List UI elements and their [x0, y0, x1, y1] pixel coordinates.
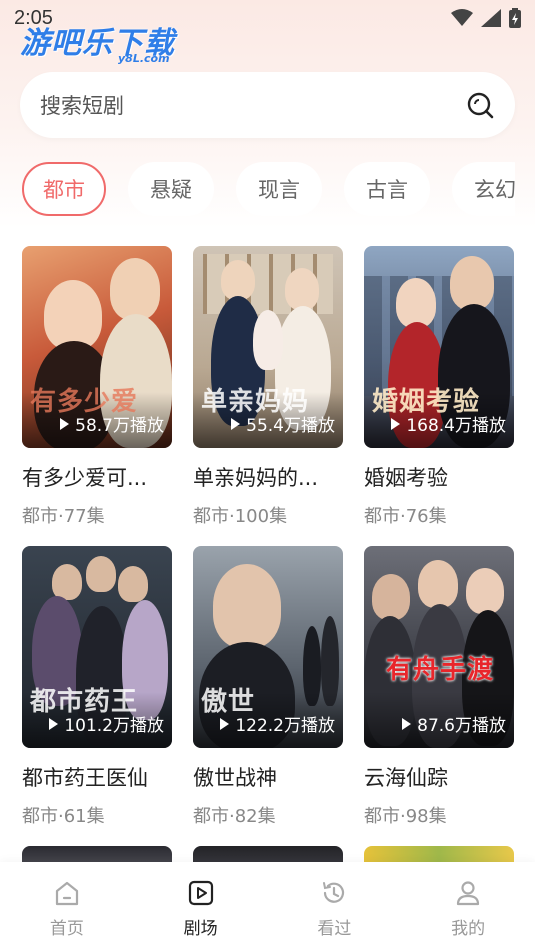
drama-meta: 都市·76集	[364, 506, 447, 527]
search-bar[interactable]: 搜索短剧	[20, 72, 515, 138]
nav-theater-label: 剧场	[183, 919, 218, 939]
nav-history[interactable]: 看过	[289, 878, 379, 939]
drama-title: 都市药王医仙	[22, 766, 148, 790]
history-icon[interactable]	[319, 878, 349, 908]
play-icon	[391, 417, 401, 430]
drama-card[interactable]: 婚姻考验 168.4万播放 婚姻考验 都市·76集	[364, 246, 514, 528]
drama-card[interactable]: 都市药王 101.2万播放 都市药王医仙 都市·61集	[22, 546, 172, 828]
drama-poster[interactable]: 都市药王 101.2万播放	[22, 546, 172, 748]
drama-card[interactable]: 有舟手渡 87.6万播放 云海仙踪 都市·98集	[364, 546, 514, 828]
play-icon	[402, 717, 412, 730]
play-count: 55.4万播放	[231, 411, 335, 436]
nav-history-label: 看过	[317, 919, 352, 939]
play-count-text: 58.7万播放	[75, 416, 164, 436]
drama-meta: 都市·61集	[22, 806, 105, 827]
play-icon	[49, 717, 59, 730]
drama-card[interactable]: 有多少爱 58.7万播放 有多少爱可... 都市·77集	[22, 246, 172, 528]
drama-meta: 都市·77集	[22, 506, 105, 527]
tab-xuanhuan[interactable]: 玄幻	[452, 162, 515, 216]
play-count: 101.2万播放	[49, 711, 164, 736]
status-icons	[451, 8, 521, 28]
tab-xuanyi[interactable]: 悬疑	[128, 162, 214, 216]
play-count-text: 55.4万播放	[246, 416, 335, 436]
nav-home-label: 首页	[49, 919, 84, 939]
drama-poster[interactable]: 有舟手渡 87.6万播放	[364, 546, 514, 748]
drama-card[interactable]: 单亲妈妈 55.4万播放 单亲妈妈的... 都市·100集	[193, 246, 343, 528]
drama-title: 婚姻考验	[364, 466, 448, 490]
play-count-text: 168.4万播放	[406, 416, 506, 436]
play-icon	[220, 717, 230, 730]
nav-home[interactable]: 首页	[22, 878, 112, 939]
drama-meta: 都市·98集	[364, 806, 447, 827]
nav-profile[interactable]: 我的	[423, 878, 513, 939]
tab-dushi[interactable]: 都市	[22, 162, 106, 216]
home-icon[interactable]	[52, 878, 82, 908]
drama-poster[interactable]: 傲世 122.2万播放	[193, 546, 343, 748]
play-count: 168.4万播放	[391, 411, 506, 436]
tab-guyan[interactable]: 古言	[344, 162, 430, 216]
play-count-text: 101.2万播放	[64, 716, 164, 736]
search-input[interactable]: 搜索短剧	[40, 90, 465, 120]
watermark-domain: y8L.com	[118, 52, 170, 65]
play-square-icon[interactable]	[186, 878, 216, 908]
drama-poster[interactable]: 婚姻考验 168.4万播放	[364, 246, 514, 448]
search-icon[interactable]	[465, 90, 495, 120]
drama-meta: 都市·82集	[193, 806, 276, 827]
category-tabs: 都市 悬疑 现言 古言 玄幻	[22, 162, 515, 216]
signal-icon	[481, 9, 501, 27]
drama-card[interactable]: 傲世 122.2万播放 傲世战神 都市·82集	[193, 546, 343, 828]
drama-poster[interactable]: 单亲妈妈 55.4万播放	[193, 246, 343, 448]
play-icon	[60, 417, 70, 430]
play-count-text: 87.6万播放	[417, 716, 506, 736]
poster-art-text: 有舟手渡	[386, 655, 495, 685]
tab-xianyan[interactable]: 现言	[236, 162, 322, 216]
nav-theater[interactable]: 剧场	[156, 878, 246, 939]
drama-title: 单亲妈妈的...	[193, 466, 319, 490]
play-icon	[231, 417, 241, 430]
drama-title: 傲世战神	[193, 766, 277, 790]
user-icon[interactable]	[453, 878, 483, 908]
play-count: 87.6万播放	[402, 711, 506, 736]
drama-title: 有多少爱可...	[22, 466, 148, 490]
play-count-text: 122.2万播放	[235, 716, 335, 736]
drama-title: 云海仙踪	[364, 766, 448, 790]
play-count: 58.7万播放	[60, 411, 164, 436]
wifi-icon	[451, 9, 473, 26]
bottom-nav: 首页 剧场 看过 我的	[0, 862, 535, 951]
drama-poster[interactable]: 有多少爱 58.7万播放	[22, 246, 172, 448]
drama-meta: 都市·100集	[193, 506, 288, 527]
play-count: 122.2万播放	[220, 711, 335, 736]
battery-icon	[509, 8, 521, 28]
nav-profile-label: 我的	[451, 919, 486, 939]
